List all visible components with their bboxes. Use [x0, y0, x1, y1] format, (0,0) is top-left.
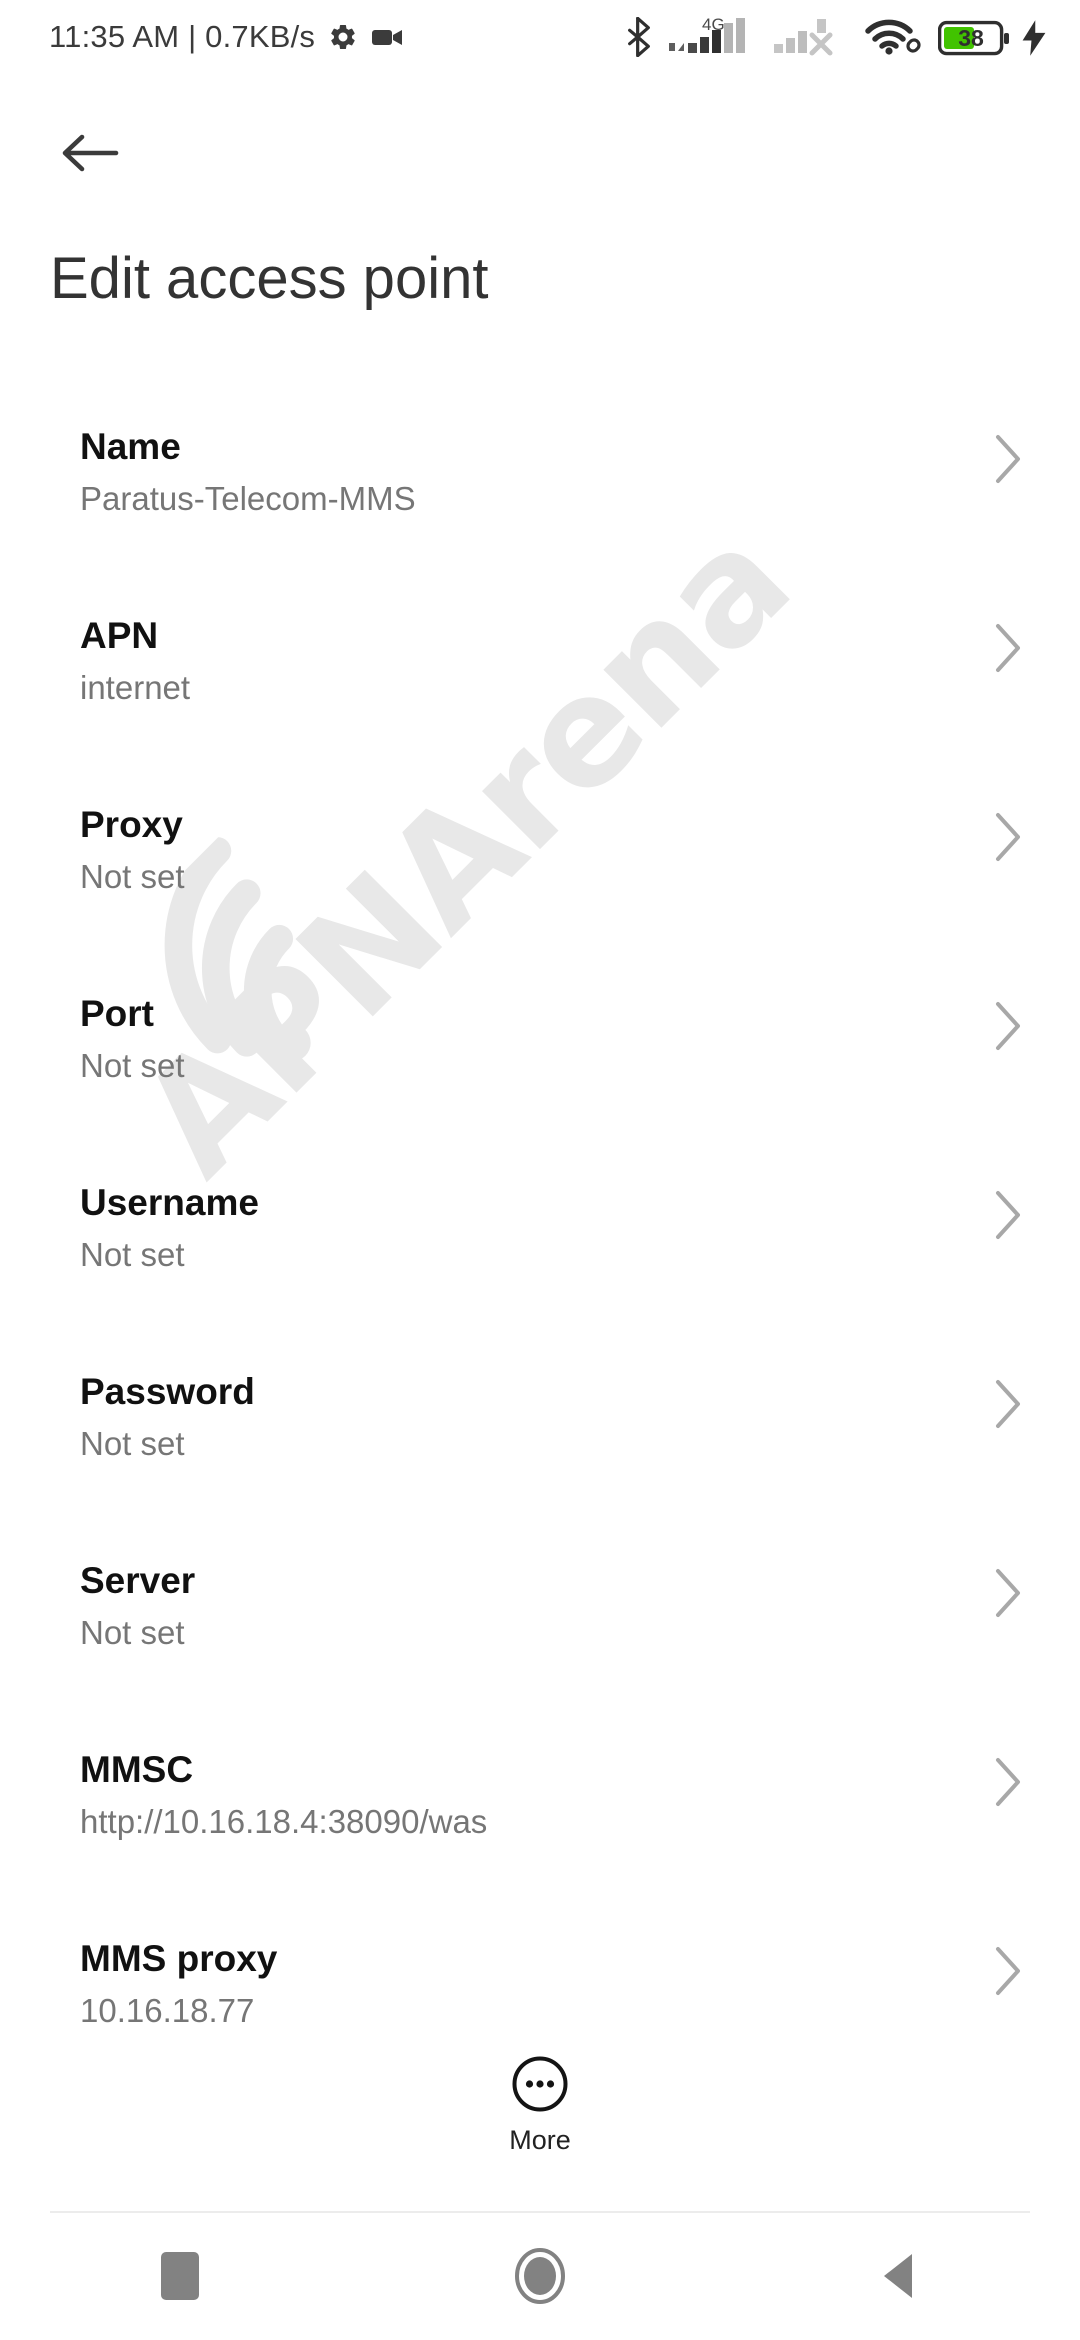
row-title: Port — [80, 993, 154, 1034]
more-button[interactable]: More — [0, 2055, 1080, 2156]
row-title: MMS proxy — [80, 1938, 278, 1979]
chevron-right-icon — [996, 1569, 1020, 1617]
nav-home-button[interactable] — [360, 2212, 720, 2340]
row-title: APN — [80, 615, 159, 656]
row-title: Username — [80, 1182, 259, 1223]
row-value: http://10.16.18.4:38090/was — [80, 1803, 488, 1840]
home-circle-icon — [515, 2248, 565, 2304]
chevron-right-icon — [996, 1947, 1020, 1995]
list-item[interactable]: Port Not set — [0, 967, 1080, 1156]
row-value: Not set — [80, 1236, 185, 1273]
chevron-right-icon — [996, 1758, 1020, 1806]
back-triangle-icon — [884, 2254, 912, 2298]
back-arrow-icon — [62, 134, 119, 172]
camcorder-icon — [372, 30, 403, 45]
recents-square-icon — [161, 2252, 199, 2300]
chevron-right-icon — [996, 813, 1020, 861]
status-clock: 11:35 AM | 0.7KB/s — [49, 19, 316, 54]
list-item[interactable]: APN internet — [0, 589, 1080, 778]
chevron-right-icon — [996, 435, 1020, 483]
row-title: MMSC — [80, 1749, 194, 1790]
row-value: 10.16.18.77 — [80, 1992, 255, 2029]
row-value: Not set — [80, 1425, 185, 1462]
list-item[interactable]: Password Not set — [0, 1345, 1080, 1534]
battery-percent-label: 38 — [958, 24, 984, 51]
bluetooth-icon — [628, 17, 650, 57]
more-horizontal-circle-icon — [512, 2056, 568, 2112]
page-title: Edit access point — [50, 246, 489, 311]
network-type-label: 4G — [702, 15, 725, 34]
chevron-right-icon — [996, 624, 1020, 672]
phone-screen: APNArena 11:35 AM | 0.7KB/s 4G 38 Edit a… — [0, 0, 1080, 2340]
list-item[interactable]: Server Not set — [0, 1534, 1080, 1723]
row-title: Proxy — [80, 804, 183, 845]
status-bar-left: 11:35 AM | 0.7KB/s — [49, 19, 404, 55]
back-button[interactable] — [52, 115, 128, 191]
row-value: Not set — [80, 1614, 185, 1651]
nav-back-button[interactable] — [720, 2212, 1080, 2340]
row-title: Server — [80, 1560, 196, 1601]
list-item[interactable]: MMSC http://10.16.18.4:38090/was — [0, 1723, 1080, 1912]
status-bar: 11:35 AM | 0.7KB/s 4G 38 — [0, 0, 1080, 74]
signal-bars-off-icon — [774, 19, 833, 56]
chevron-right-icon — [996, 1191, 1020, 1239]
battery-indicator: 38 — [938, 19, 1010, 57]
chevron-right-icon — [996, 1002, 1020, 1050]
row-title: Password — [80, 1371, 255, 1412]
chevron-right-icon — [996, 1380, 1020, 1428]
more-button-label: More — [509, 2125, 571, 2155]
charging-bolt-icon — [1022, 20, 1046, 56]
row-value: internet — [80, 669, 191, 706]
list-item[interactable]: Name Paratus-Telecom-MMS — [0, 400, 1080, 589]
settings-list: Name Paratus-Telecom-MMS APN internet Pr… — [0, 400, 1080, 2101]
row-value: Not set — [80, 858, 185, 895]
list-item[interactable]: Username Not set — [0, 1156, 1080, 1345]
row-title: Name — [80, 426, 181, 467]
wifi-link-icon — [865, 19, 921, 55]
nav-recents-button[interactable] — [0, 2212, 360, 2340]
row-value: Paratus-Telecom-MMS — [80, 480, 416, 517]
status-bar-right: 4G 38 — [622, 15, 1050, 57]
navigation-bar — [0, 2212, 1080, 2340]
list-item[interactable]: Proxy Not set — [0, 778, 1080, 967]
row-value: Not set — [80, 1047, 185, 1084]
gear-icon — [331, 24, 355, 50]
